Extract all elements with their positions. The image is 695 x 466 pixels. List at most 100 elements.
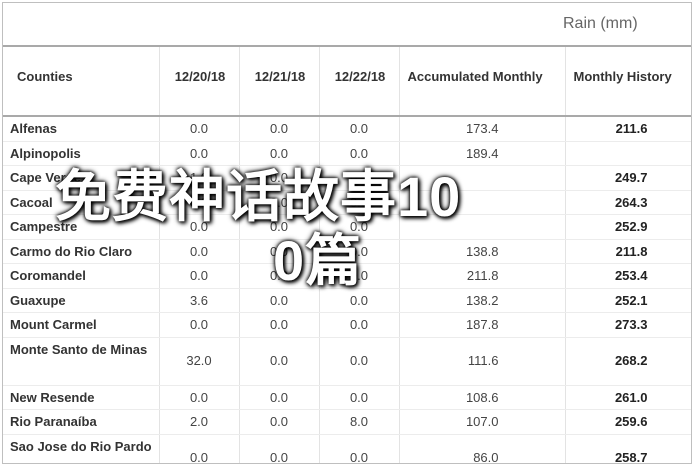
date-3-cell: 0.0 xyxy=(319,385,400,410)
date-1-cell: 0.0 xyxy=(159,190,240,215)
rain-table: Counties 12/20/18 12/21/18 12/22/18 Accu… xyxy=(3,47,691,463)
date-2-cell: 0.0 xyxy=(239,288,320,313)
county-cell: Rio Paranaíba xyxy=(3,409,160,435)
table-caption-bar: Rain (mm) xyxy=(3,3,691,47)
table-row: Cacoal 0.0 0.0 0.0 264.3 xyxy=(3,190,691,215)
date-1-cell: 0.0 xyxy=(159,434,240,463)
table-row: Alfenas 0.0 0.0 0.0 173.4 211.6 xyxy=(3,116,691,142)
county-cell: Coromandel xyxy=(3,263,160,289)
history-cell: 252.9 xyxy=(565,214,691,240)
date-3-cell: 0.0 xyxy=(319,190,400,215)
accumulated-cell: 107.0 xyxy=(399,409,566,435)
accumulated-cell xyxy=(399,214,566,240)
col-header-date-2: 12/21/18 xyxy=(239,47,320,117)
date-3-cell: 0.0 xyxy=(319,312,400,338)
date-2-cell: 0.0 xyxy=(239,263,320,289)
accumulated-cell: 173.4 xyxy=(399,116,566,142)
date-3-cell: 0.0 xyxy=(319,165,400,191)
date-3-cell: 0.0 xyxy=(319,337,400,386)
table-row: Mount Carmel 0.0 0.0 0.0 187.8 273.3 xyxy=(3,312,691,338)
date-2-cell: 0.0 xyxy=(239,385,320,410)
accumulated-cell: 187.8 xyxy=(399,312,566,338)
table-row: New Resende 0.0 0.0 0.0 108.6 261.0 xyxy=(3,385,691,410)
history-cell: 259.6 xyxy=(565,409,691,435)
date-2-cell: 0.0 xyxy=(239,116,320,142)
table-row: Rio Paranaíba 2.0 0.0 8.0 107.0 259.6 xyxy=(3,409,691,435)
history-cell xyxy=(565,141,691,166)
date-2-cell: 0.0 xyxy=(239,434,320,463)
accumulated-cell xyxy=(399,165,566,191)
history-cell: 273.3 xyxy=(565,312,691,338)
history-cell: 253.4 xyxy=(565,263,691,289)
table-row: Monte Santo de Minas 32.0 0.0 0.0 111.6 268.2 xyxy=(3,337,691,386)
date-3-cell: 0.0 xyxy=(319,288,400,313)
accumulated-cell: 111.6 xyxy=(399,337,566,386)
col-header-history: Monthly History xyxy=(565,47,691,117)
county-cell: Alpinopolis xyxy=(3,141,160,166)
date-1-cell: 1.0 xyxy=(159,165,240,191)
table-body: Alfenas 0.0 0.0 0.0 173.4 211.6 Alpinopolis 0.0… xyxy=(3,116,691,463)
history-cell: 264.3 xyxy=(565,190,691,215)
col-header-date-3: 12/22/18 xyxy=(319,47,400,117)
table-row: Guaxupe 3.6 0.0 0.0 138.2 252.1 xyxy=(3,288,691,313)
history-cell: 252.1 xyxy=(565,288,691,313)
table-row: Alpinopolis 0.0 0.0 0.0 189.4 xyxy=(3,141,691,166)
history-cell: 258.7 xyxy=(565,434,691,463)
date-1-cell: 0.0 xyxy=(159,263,240,289)
rain-label: Rain (mm) xyxy=(563,15,638,32)
county-cell: Guaxupe xyxy=(3,288,160,313)
table-row: Sao Jose do Rio Pardo 0.0 0.0 0.0 86.0 258.7 xyxy=(3,434,691,463)
date-3-cell: 0.0 xyxy=(319,214,400,240)
date-2-cell: 0.0 xyxy=(239,409,320,435)
county-cell: Sao Jose do Rio Pardo xyxy=(3,434,160,463)
date-2-cell: 0.0 xyxy=(239,239,320,264)
date-3-cell: 0.0 xyxy=(319,116,400,142)
history-cell: 211.6 xyxy=(565,116,691,142)
date-2-cell: 0.0 xyxy=(239,190,320,215)
date-3-cell: 0.0 xyxy=(319,239,400,264)
county-cell: Alfenas xyxy=(3,116,160,142)
county-cell: Campestre xyxy=(3,214,160,240)
date-1-cell: 0.0 xyxy=(159,385,240,410)
date-1-cell: 0.0 xyxy=(159,214,240,240)
date-3-cell: 8.0 xyxy=(319,409,400,435)
accumulated-cell: 138.2 xyxy=(399,288,566,313)
table-row: Carmo do Rio Claro 0.0 0.0 0.0 138.8 211.8 xyxy=(3,239,691,264)
rain-table-panel: Rain (mm) Counties 12/20/18 12/21/18 12/… xyxy=(2,2,692,464)
header-row: Counties 12/20/18 12/21/18 12/22/18 Accu… xyxy=(3,47,691,117)
accumulated-cell: 211.8 xyxy=(399,263,566,289)
date-3-cell: 0.0 xyxy=(319,141,400,166)
accumulated-cell: 138.8 xyxy=(399,239,566,264)
date-1-cell: 32.0 xyxy=(159,337,240,386)
date-2-cell: 0.0 xyxy=(239,165,320,191)
date-3-cell: 0.0 xyxy=(319,434,400,463)
date-1-cell: 0.0 xyxy=(159,116,240,142)
col-header-counties: Counties xyxy=(3,47,160,117)
table-row: Cape Verde 1.0 0.0 0.0 249.7 xyxy=(3,165,691,191)
county-cell: New Resende xyxy=(3,385,160,410)
accumulated-cell: 189.4 xyxy=(399,141,566,166)
date-1-cell: 0.0 xyxy=(159,239,240,264)
date-2-cell: 0.0 xyxy=(239,337,320,386)
history-cell: 211.8 xyxy=(565,239,691,264)
table-row: Campestre 0.0 0.0 0.0 252.9 xyxy=(3,214,691,240)
county-cell: Carmo do Rio Claro xyxy=(3,239,160,264)
history-cell: 249.7 xyxy=(565,165,691,191)
date-1-cell: 2.0 xyxy=(159,409,240,435)
col-header-date-1: 12/20/18 xyxy=(159,47,240,117)
county-cell: Cacoal xyxy=(3,190,160,215)
county-cell: Mount Carmel xyxy=(3,312,160,338)
date-3-cell: 0.0 xyxy=(319,263,400,289)
history-cell: 261.0 xyxy=(565,385,691,410)
date-2-cell: 0.0 xyxy=(239,214,320,240)
date-1-cell: 0.0 xyxy=(159,312,240,338)
col-header-accumulated: Accumulated Monthly xyxy=(399,47,566,117)
date-2-cell: 0.0 xyxy=(239,312,320,338)
table-row: Coromandel 0.0 0.0 0.0 211.8 253.4 xyxy=(3,263,691,289)
county-cell: Cape Verde xyxy=(3,165,160,191)
date-2-cell: 0.0 xyxy=(239,141,320,166)
date-1-cell: 3.6 xyxy=(159,288,240,313)
accumulated-cell: 86.0 xyxy=(399,434,566,463)
county-cell: Monte Santo de Minas xyxy=(3,337,160,386)
accumulated-cell: 108.6 xyxy=(399,385,566,410)
